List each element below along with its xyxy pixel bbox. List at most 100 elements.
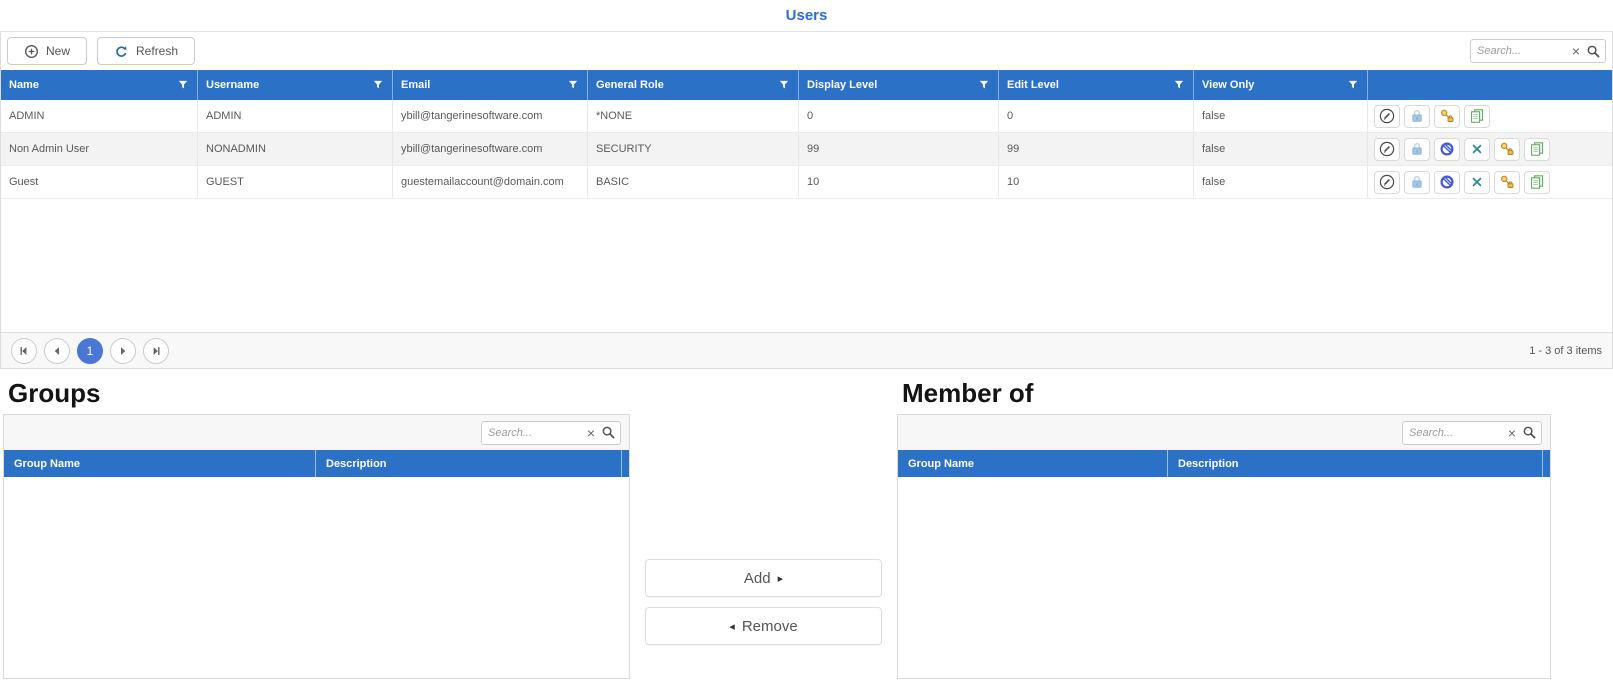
member-of-panel: × Group Name Description (897, 414, 1551, 679)
filter-icon[interactable] (978, 79, 990, 91)
member-of-search-clear-button[interactable]: × (1504, 426, 1520, 440)
member-of-search-input[interactable] (1409, 427, 1504, 439)
new-button[interactable]: New (7, 37, 87, 65)
member-of-table-header: Group Name Description (898, 450, 1550, 477)
cell-actions (1368, 166, 1612, 198)
column-header-email[interactable]: Email (393, 70, 588, 100)
table-row-nonadmin[interactable]: Non Admin User NONADMIN ybill@tangerines… (1, 133, 1612, 166)
last-page-button[interactable] (143, 338, 169, 364)
title-bar: Users (0, 0, 1613, 32)
groups-column: Groups × Group Name D (3, 369, 630, 679)
filter-icon[interactable] (1173, 79, 1185, 91)
member-of-table-body[interactable] (898, 477, 1550, 678)
users-search-input[interactable] (1477, 45, 1568, 57)
search-icon (601, 425, 616, 440)
copy-icon (1529, 174, 1545, 190)
users-page: Users New Refresh × Name (0, 0, 1613, 679)
column-header-view-only[interactable]: View Only (1194, 70, 1368, 100)
column-header-edit-level[interactable]: Edit Level (999, 70, 1194, 100)
table-row-guest[interactable]: Guest GUEST guestemailaccount@domain.com… (1, 166, 1612, 199)
filter-icon[interactable] (372, 79, 384, 91)
cell-general-role: BASIC (588, 166, 799, 198)
lock-user-button[interactable] (1404, 138, 1430, 161)
member-of-column: Member of × Group Name (897, 369, 1551, 679)
groups-search-clear-button[interactable]: × (583, 426, 599, 440)
column-header-display-level[interactable]: Display Level (799, 70, 999, 100)
copy-user-button[interactable] (1524, 138, 1550, 161)
column-label: Email (401, 79, 430, 91)
key-icon (1499, 141, 1515, 157)
filter-icon[interactable] (567, 79, 579, 91)
cell-username: NONADMIN (198, 133, 393, 165)
cell-username: GUEST (198, 166, 393, 198)
cell-name: Guest (1, 166, 198, 198)
edit-user-button[interactable] (1374, 138, 1400, 161)
cell-view-only: false (1194, 100, 1368, 132)
groups-table-body[interactable] (4, 477, 629, 678)
padlock-icon (1409, 174, 1425, 190)
column-header-general-role[interactable]: General Role (588, 70, 799, 100)
member-of-search-button[interactable] (1520, 425, 1539, 440)
reset-password-button[interactable] (1494, 171, 1520, 194)
filter-icon[interactable] (778, 79, 790, 91)
column-header-actions (1368, 70, 1612, 100)
add-button[interactable]: Add ▸ (645, 559, 882, 597)
users-search: × (1470, 39, 1606, 63)
last-page-icon (149, 344, 163, 358)
edit-user-button[interactable] (1374, 171, 1400, 194)
filter-icon[interactable] (1347, 79, 1359, 91)
users-search-clear-button[interactable]: × (1568, 44, 1584, 58)
x-mark-icon (1469, 141, 1485, 157)
remove-button-label: Remove (742, 618, 798, 635)
column-header-description[interactable]: Description (1168, 450, 1542, 477)
table-row-admin[interactable]: ADMIN ADMIN ybill@tangerinesoftware.com … (1, 100, 1612, 133)
block-user-button[interactable] (1434, 171, 1460, 194)
pencil-circle-icon (1379, 141, 1395, 157)
pager: 1 1 - 3 of 3 items (1, 332, 1612, 369)
block-user-button[interactable] (1434, 138, 1460, 161)
grid-empty-area (1, 199, 1612, 332)
scrollbar-strip (1542, 450, 1550, 477)
column-header-username[interactable]: Username (198, 70, 393, 100)
cell-edit-level: 10 (999, 166, 1194, 198)
cell-actions (1368, 100, 1612, 132)
reset-password-button[interactable] (1434, 105, 1460, 128)
no-entry-icon (1439, 141, 1455, 157)
delete-user-button[interactable] (1464, 171, 1490, 194)
column-label: Description (326, 458, 387, 470)
pencil-circle-icon (1379, 174, 1395, 190)
copy-user-button[interactable] (1464, 105, 1490, 128)
first-page-button[interactable] (11, 338, 37, 364)
groups-table-header: Group Name Description (4, 450, 629, 477)
refresh-button-label: Refresh (136, 44, 178, 58)
lock-user-button[interactable] (1404, 105, 1430, 128)
column-label: Group Name (908, 458, 974, 470)
cell-general-role: *NONE (588, 100, 799, 132)
page-1-button[interactable]: 1 (77, 338, 103, 364)
pager-info: 1 - 3 of 3 items (1529, 345, 1602, 357)
refresh-button[interactable]: Refresh (97, 37, 195, 65)
delete-user-button[interactable] (1464, 138, 1490, 161)
column-header-group-name[interactable]: Group Name (898, 450, 1168, 477)
groups-search-button[interactable] (599, 425, 618, 440)
reset-password-button[interactable] (1494, 138, 1520, 161)
plus-circle-icon (24, 44, 39, 59)
groups-search-input[interactable] (488, 427, 583, 439)
column-label: General Role (596, 79, 664, 91)
right-arrow-icon: ▸ (778, 572, 784, 585)
edit-user-button[interactable] (1374, 105, 1400, 128)
column-header-description[interactable]: Description (316, 450, 621, 477)
remove-button[interactable]: ◂ Remove (645, 607, 882, 645)
copy-user-button[interactable] (1524, 171, 1550, 194)
next-page-button[interactable] (110, 338, 136, 364)
column-label: Name (9, 79, 39, 91)
groups-search: × (481, 421, 621, 445)
column-header-name[interactable]: Name (1, 70, 198, 100)
lock-user-button[interactable] (1404, 171, 1430, 194)
column-header-group-name[interactable]: Group Name (4, 450, 316, 477)
member-of-toolbar: × (898, 415, 1550, 450)
previous-page-button[interactable] (44, 338, 70, 364)
filter-icon[interactable] (177, 79, 189, 91)
scrollbar-strip (621, 450, 629, 477)
users-search-button[interactable] (1584, 44, 1603, 59)
